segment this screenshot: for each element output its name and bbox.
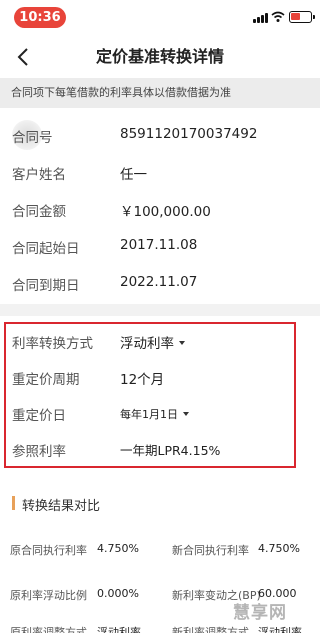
result-new-value: 浮动利率 (258, 626, 302, 633)
info-row-end-date: 合同到期日 2022.11.07 (0, 265, 320, 301)
conversion-section: 利率转换方式 浮动利率 重定价周期 12个月 重定价日 每年1月1日 参照利率 … (0, 316, 320, 484)
result-title: 转换结果对比 (22, 499, 101, 514)
info-value: 8591120170037492 (120, 126, 258, 142)
reprice-period-label: 重定价周期 (12, 372, 80, 388)
info-row-start-date: 合同起始日 2017.11.08 (0, 228, 320, 264)
conversion-method-label: 利率转换方式 (12, 336, 93, 352)
reprice-day-select[interactable]: 每年1月1日 (120, 406, 189, 422)
conversion-method-select[interactable]: 浮动利率 (120, 332, 185, 352)
result-old-label: 原合同执行利率 (10, 544, 87, 557)
battery-icon (289, 11, 315, 23)
info-label: 合同金额 (12, 204, 66, 220)
info-row-customer: 客户姓名 任一 (0, 154, 320, 190)
reprice-day-label: 重定价日 (12, 408, 66, 424)
wifi-icon (271, 11, 285, 22)
result-old-value: 浮动利率 (97, 626, 141, 633)
caret-down-icon (179, 341, 185, 345)
info-label: 合同到期日 (12, 278, 80, 294)
info-value: 任一 (120, 167, 147, 183)
info-value: ￥100,000.00 (120, 204, 211, 220)
notice-banner: 合同项下每笔借款的利率具体以借款借据为准 (0, 78, 320, 108)
reprice-day-row: 重定价日 每年1月1日 (0, 396, 300, 430)
status-bar: 10:36 (0, 0, 320, 36)
ref-rate-row: 参照利率 一年期LPR4.15% (0, 432, 300, 466)
conversion-method-value: 浮动利率 (120, 336, 174, 352)
contract-info-section: 合同号 8591120170037492 客户姓名 任一 合同金额 ￥100,0… (0, 108, 320, 304)
info-row-contract-no: 合同号 8591120170037492 (0, 117, 320, 153)
reprice-period-value: 12个月 (120, 372, 165, 388)
conversion-method-row: 利率转换方式 浮动利率 (0, 324, 300, 358)
info-row-amount: 合同金额 ￥100,000.00 (0, 191, 320, 227)
result-old-label: 原利率浮动比例 (10, 589, 87, 602)
signal-icon (253, 13, 268, 23)
info-value: 2017.11.08 (120, 237, 198, 253)
watermark: 慧享网 (233, 603, 287, 623)
info-label: 客户姓名 (12, 167, 66, 183)
info-value: 2022.11.07 (120, 274, 198, 290)
reprice-day-value: 每年1月1日 (120, 408, 178, 421)
section-accent-bar (12, 496, 15, 510)
caret-down-icon (183, 412, 189, 416)
info-label: 合同号 (12, 130, 53, 146)
status-time: 10:36 (14, 7, 66, 28)
ref-rate-label: 参照利率 (12, 444, 66, 460)
result-row: 原合同执行利率 4.750% 新合同执行利率 4.750% (0, 534, 320, 564)
result-old-label: 原利率调整方式 (10, 626, 87, 633)
result-old-value: 0.000% (97, 587, 139, 600)
nav-bar: 定价基准转换详情 (0, 36, 320, 78)
result-new-value: 4.750% (258, 542, 300, 555)
result-new-label: 新合同执行利率 (172, 544, 249, 557)
result-header: 转换结果对比 (0, 484, 320, 522)
reprice-period-row: 重定价周期 12个月 (0, 360, 300, 394)
result-old-value: 4.750% (97, 542, 139, 555)
ref-rate-value: 一年期LPR4.15% (120, 443, 221, 458)
result-new-label: 新利率调整方式 (172, 626, 249, 633)
info-label: 合同起始日 (12, 241, 80, 257)
page-title: 定价基准转换详情 (95, 47, 224, 66)
